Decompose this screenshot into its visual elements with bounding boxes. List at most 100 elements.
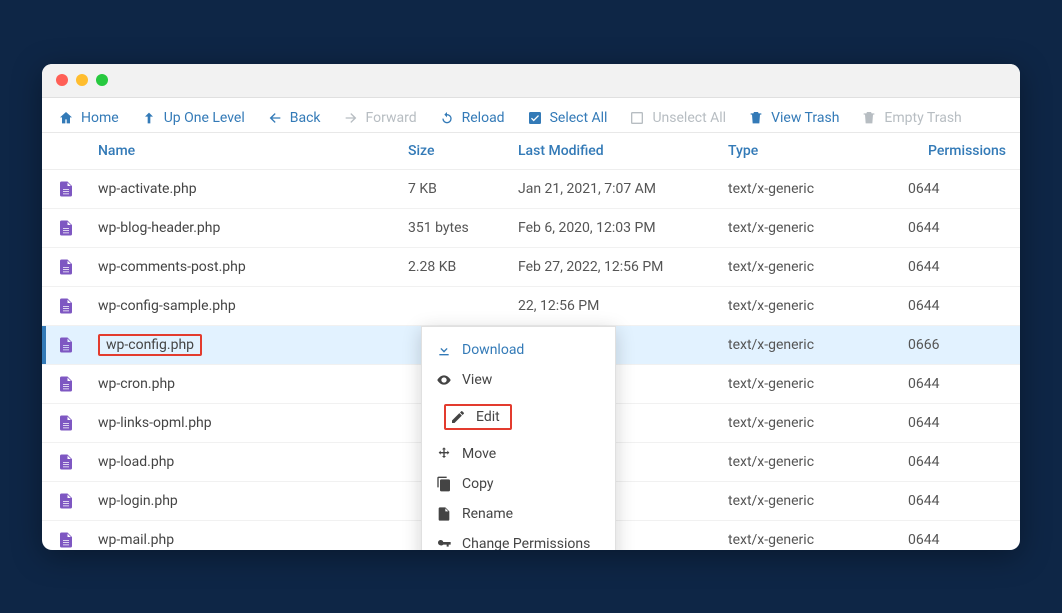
move-icon [436, 446, 452, 462]
file-size: 351 bytes [408, 220, 518, 236]
file-name: wp-activate.php [98, 181, 408, 197]
file-modified: Feb 27, 2022, 12:56 PM [518, 259, 728, 275]
document-icon [56, 451, 76, 473]
menu-view[interactable]: View [422, 365, 615, 395]
key-icon [436, 536, 452, 550]
file-type: text/x-generic [728, 415, 908, 431]
home-button[interactable]: Home [56, 106, 121, 130]
file-type: text/x-generic [728, 298, 908, 314]
file-modified: Feb 6, 2020, 12:03 PM [518, 220, 728, 236]
menu-edit[interactable]: Edit [430, 397, 607, 437]
file-name: wp-blog-header.php [98, 220, 408, 236]
arrow-up-icon [141, 110, 157, 126]
document-icon [56, 178, 76, 200]
reload-label: Reload [462, 110, 505, 126]
view-trash-button[interactable]: View Trash [746, 106, 841, 130]
file-name: wp-cron.php [98, 376, 408, 392]
home-label: Home [81, 110, 119, 126]
menu-change-permissions-label: Change Permissions [462, 536, 590, 550]
select-all-label: Select All [550, 110, 608, 126]
file-type: text/x-generic [728, 337, 908, 353]
arrow-right-icon [343, 110, 359, 126]
up-label: Up One Level [164, 110, 245, 126]
reload-button[interactable]: Reload [437, 106, 507, 130]
file-row[interactable]: wp-blog-header.php351 bytesFeb 6, 2020, … [42, 209, 1020, 248]
checkbox-checked-icon [527, 110, 543, 126]
minimize-window-icon[interactable] [76, 74, 88, 86]
unselect-all-label: Unselect All [652, 110, 726, 126]
home-icon [58, 110, 74, 126]
menu-rename-label: Rename [462, 506, 513, 522]
file-type: text/x-generic [728, 376, 908, 392]
trash-icon [748, 110, 764, 126]
reload-icon [439, 110, 455, 126]
file-name: wp-config-sample.php [98, 298, 408, 314]
arrow-left-icon [267, 110, 283, 126]
content-area: Name Size Last Modified Type Permissions… [42, 133, 1020, 550]
column-headers: Name Size Last Modified Type Permissions [42, 133, 1020, 170]
select-all-button[interactable]: Select All [525, 106, 610, 130]
file-name: wp-mail.php [98, 532, 408, 548]
file-permissions: 0644 [908, 493, 1006, 509]
file-permissions: 0644 [908, 220, 1006, 236]
forward-button: Forward [341, 106, 419, 130]
window-titlebar [42, 64, 1020, 98]
file-type: text/x-generic [728, 259, 908, 275]
eye-icon [436, 372, 452, 388]
document-icon [56, 217, 76, 239]
file-name: wp-links-opml.php [98, 415, 408, 431]
view-trash-label: View Trash [771, 110, 839, 126]
file-permissions: 0644 [908, 532, 1006, 548]
empty-trash-label: Empty Trash [884, 110, 961, 126]
file-type: text/x-generic [728, 220, 908, 236]
menu-move[interactable]: Move [422, 439, 615, 469]
file-row[interactable]: wp-comments-post.php2.28 KBFeb 27, 2022,… [42, 248, 1020, 287]
document-icon [56, 373, 76, 395]
file-permissions: 0644 [908, 298, 1006, 314]
file-modified: Jan 21, 2021, 7:07 AM [518, 181, 728, 197]
column-type[interactable]: Type [728, 143, 908, 159]
file-manager-window: Home Up One Level Back Forward Reload Se… [42, 64, 1020, 550]
file-size: 2.28 KB [408, 259, 518, 275]
menu-download[interactable]: Download [422, 335, 615, 365]
maximize-window-icon[interactable] [96, 74, 108, 86]
checkbox-empty-icon [629, 110, 645, 126]
file-permissions: 0644 [908, 181, 1006, 197]
document-icon [56, 295, 76, 317]
close-window-icon[interactable] [56, 74, 68, 86]
trash-empty-icon [861, 110, 877, 126]
unselect-all-button: Unselect All [627, 106, 728, 130]
file-modified: 22, 12:56 PM [518, 298, 728, 314]
toolbar: Home Up One Level Back Forward Reload Se… [42, 98, 1020, 133]
column-size[interactable]: Size [408, 143, 518, 159]
document-icon [56, 529, 76, 550]
column-modified[interactable]: Last Modified [518, 143, 728, 159]
menu-copy-label: Copy [462, 476, 494, 492]
menu-change-permissions[interactable]: Change Permissions [422, 529, 615, 550]
document-icon [56, 412, 76, 434]
file-row[interactable]: wp-activate.php7 KBJan 21, 2021, 7:07 AM… [42, 170, 1020, 209]
back-label: Back [290, 110, 321, 126]
document-icon [56, 490, 76, 512]
file-row[interactable]: wp-config-sample.php 22, 12:56 PMtext/x-g… [42, 287, 1020, 326]
file-name: wp-comments-post.php [98, 259, 408, 275]
pencil-icon [450, 409, 466, 425]
back-button[interactable]: Back [265, 106, 323, 130]
file-permissions: 0644 [908, 259, 1006, 275]
column-permissions[interactable]: Permissions [908, 143, 1006, 159]
file-icon [436, 506, 452, 522]
up-one-level-button[interactable]: Up One Level [139, 106, 247, 130]
menu-rename[interactable]: Rename [422, 499, 615, 529]
document-icon [56, 334, 76, 356]
file-permissions: 0644 [908, 454, 1006, 470]
column-name[interactable]: Name [98, 143, 408, 159]
menu-move-label: Move [462, 446, 496, 462]
menu-download-label: Download [462, 342, 524, 358]
menu-edit-label: Edit [476, 409, 500, 425]
file-type: text/x-generic [728, 532, 908, 548]
file-name: wp-load.php [98, 454, 408, 470]
menu-copy[interactable]: Copy [422, 469, 615, 499]
file-permissions: 0644 [908, 376, 1006, 392]
context-menu: Download View Edit Move Copy [421, 326, 616, 550]
file-name: wp-config.php [98, 334, 408, 356]
